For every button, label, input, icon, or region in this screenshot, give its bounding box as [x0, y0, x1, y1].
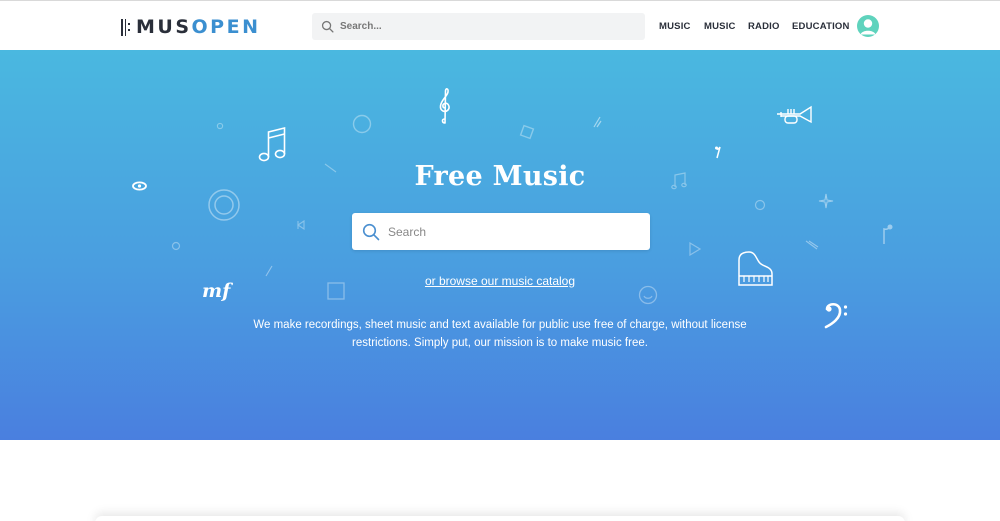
rewind-icon [294, 220, 306, 230]
site-header: MUSOPEN MUSIC MUSIC RADIO EDUCATION [0, 0, 1000, 50]
mission-text: We make recordings, sheet music and text… [253, 319, 747, 349]
nav-music-1[interactable]: MUSIC [659, 21, 691, 32]
hero-banner: mf Free Music Search or browse our music… [0, 50, 1000, 440]
treble-clef-icon [438, 87, 452, 125]
ring-icon [207, 188, 241, 222]
search-icon [362, 223, 380, 240]
eighth-rest-icon [714, 145, 722, 159]
dot-ring-icon [754, 199, 766, 211]
hero-search-input[interactable] [388, 224, 628, 239]
play-icon [688, 242, 702, 256]
tiny-ring-icon [216, 122, 224, 130]
circle-icon [352, 114, 372, 134]
header-search-input[interactable] [340, 21, 620, 32]
browse-link-wrap: or browse our music catalog [0, 272, 1000, 290]
musopen-logo[interactable]: MUSOPEN [121, 16, 261, 38]
bass-clef-icon [824, 301, 850, 329]
slash-icon [592, 115, 602, 129]
hero-search[interactable] [352, 213, 650, 250]
sparkle-icon [818, 193, 834, 209]
browse-catalog-link[interactable]: or browse our music catalog [425, 274, 575, 288]
logo-mark-icon [121, 18, 133, 36]
nav-education[interactable]: EDUCATION [792, 21, 850, 32]
flag-note-icon [880, 223, 894, 245]
nav-radio[interactable]: RADIO [748, 21, 780, 32]
header-search[interactable] [312, 13, 645, 40]
logo-text-mus: MUS [136, 16, 192, 38]
search-icon [321, 20, 334, 33]
user-avatar-icon[interactable] [857, 15, 879, 37]
logo-text: MUSOPEN [136, 16, 261, 38]
logo-text-open: OPEN [191, 16, 261, 38]
double-note-icon [258, 126, 288, 164]
small-ring-icon [171, 241, 181, 251]
diamond-icon [518, 123, 536, 141]
dash-icon [805, 240, 819, 250]
nav-music-2[interactable]: MUSIC [704, 21, 736, 32]
trumpet-icon [776, 105, 812, 127]
content-card [95, 516, 905, 521]
hero-title: Free Music [414, 161, 586, 192]
